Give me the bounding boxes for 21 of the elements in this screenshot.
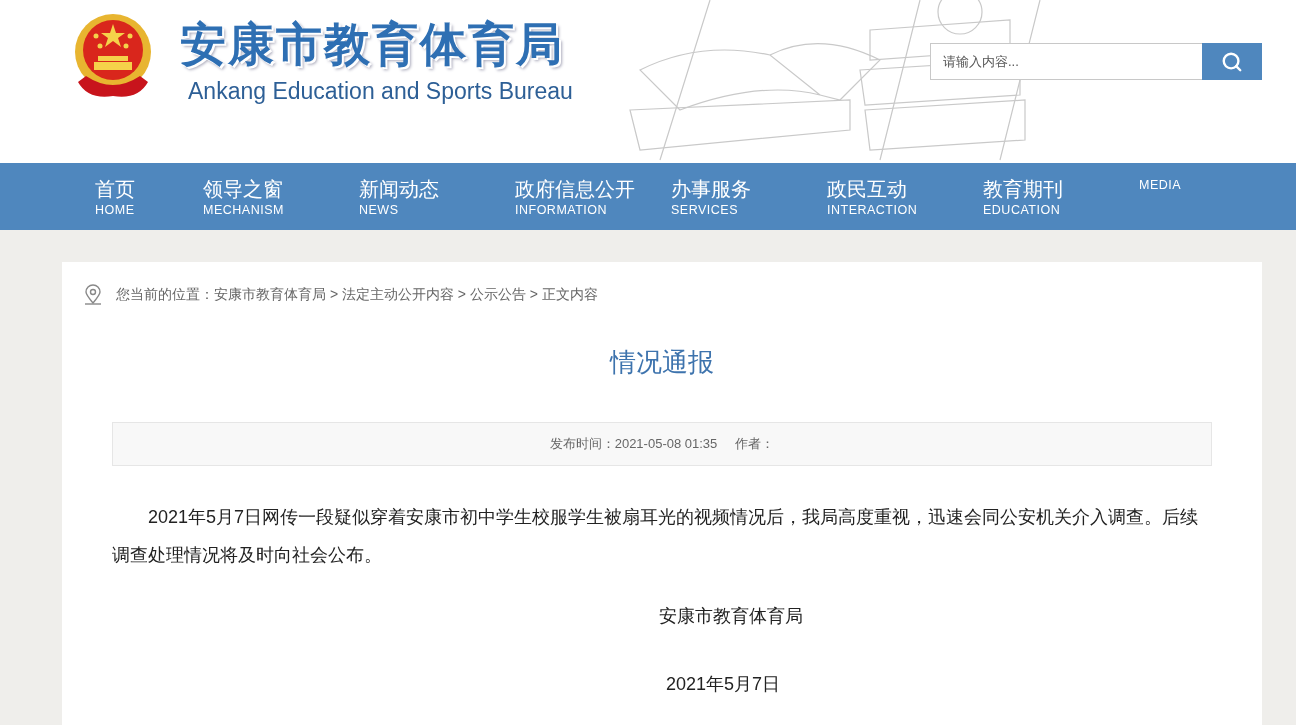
location-pin-icon xyxy=(82,284,104,306)
author-label: 作者： xyxy=(735,435,775,453)
search-button[interactable] xyxy=(1202,43,1262,80)
signature: 安康市教育体育局 xyxy=(659,606,803,626)
nav-link[interactable]: MEDIA xyxy=(1139,163,1295,230)
site-subtitle: Ankang Education and Sports Bureau xyxy=(187,78,573,105)
nav-link[interactable]: 办事服务 SERVICES xyxy=(671,163,827,230)
nav-link[interactable]: 教育期刊 EDUCATION xyxy=(983,163,1139,230)
site-title: 安康市教育体育局 xyxy=(180,17,565,72)
search-field[interactable]: 请输入内容... xyxy=(930,43,1202,80)
nav-link[interactable]: 首页 HOME xyxy=(95,163,203,230)
nav-link[interactable]: 领导之窗 MECHANISM xyxy=(203,163,359,230)
article-date: 2021年5月7日 xyxy=(665,674,781,694)
nav-link[interactable]: 政府信息公开 INFORMATION xyxy=(515,163,671,230)
search-icon xyxy=(1221,50,1243,73)
publish-time: 发布时间：2021-05-08 01:35 xyxy=(549,435,718,453)
nav-link[interactable]: 新闻动态 NEWS xyxy=(359,163,515,230)
article-paragraph: 2021年5月7日网传一段疑似穿着安康市初中学生校服学生被扇耳光的视频情况后，我局高度重视，迅速会同公安机关介入调查。后续调查处理情况将及时向社会公布。 xyxy=(112,506,1200,567)
article-title: 情况通报 xyxy=(608,346,715,379)
breadcrumb: 您当前的位置：安康市教育体育局 > 法定主动公开内容 > 公示公告 > 正文内容 xyxy=(116,286,598,304)
nav-link[interactable]: 政民互动 INTERACTION xyxy=(827,163,983,230)
